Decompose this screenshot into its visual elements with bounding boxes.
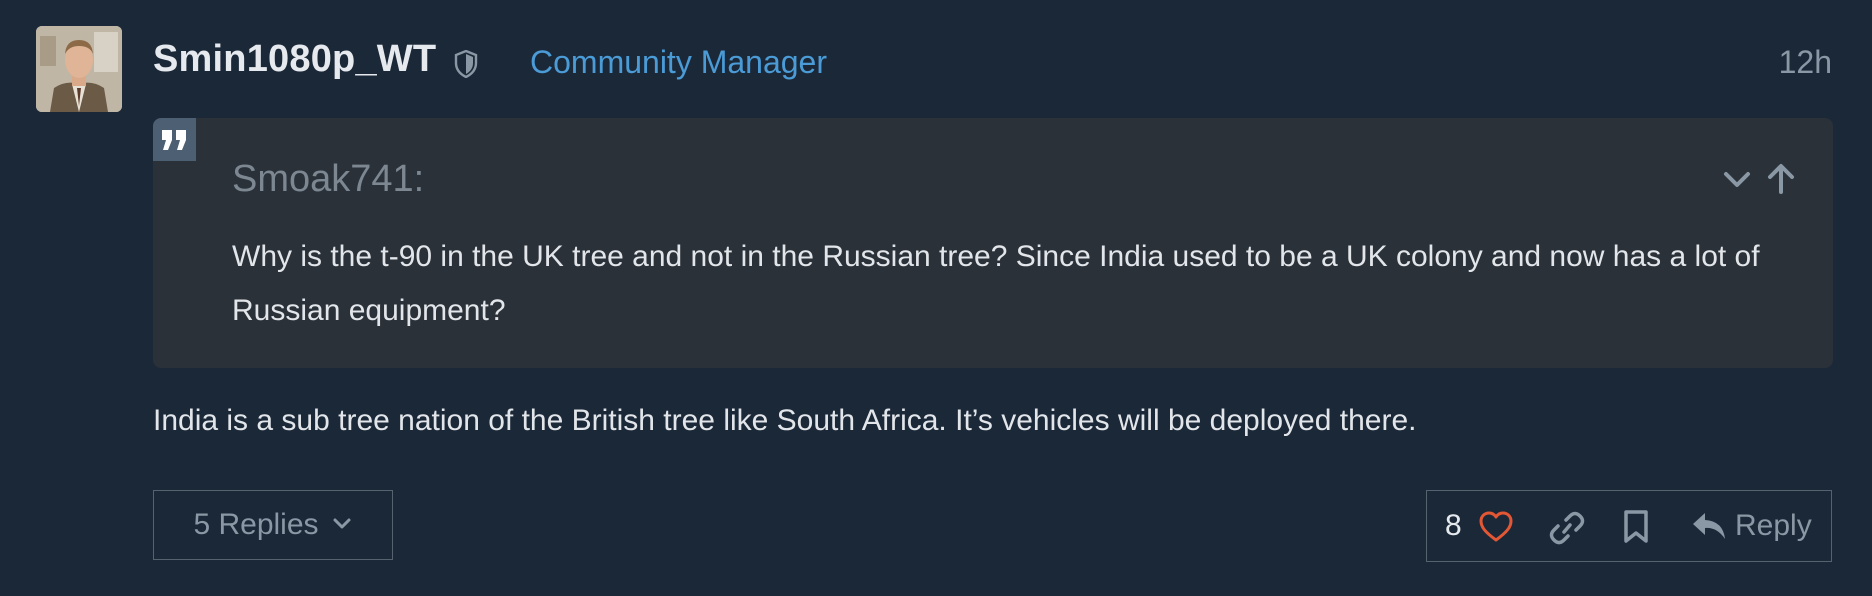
replies-label: 5 Replies <box>193 508 319 541</box>
avatar[interactable] <box>36 26 122 112</box>
bookmark-icon[interactable] <box>1623 510 1649 549</box>
username[interactable]: Smin1080p_WT <box>153 38 436 81</box>
like-count[interactable]: 8 <box>1445 509 1462 543</box>
heart-icon[interactable] <box>1479 511 1513 548</box>
post-body: India is a sub tree nation of the Britis… <box>153 404 1417 437</box>
post-actions: 8 Reply <box>1426 490 1832 562</box>
quote-controls <box>1721 162 1797 196</box>
quote-block: Smoak741: Why is the t-90 in the UK tree… <box>153 118 1833 368</box>
arrow-up-icon[interactable] <box>1765 162 1797 196</box>
chevron-down-icon <box>331 508 353 542</box>
link-icon[interactable] <box>1549 511 1585 550</box>
quote-text: Why is the t-90 in the UK tree and not i… <box>232 240 1760 327</box>
user-title[interactable]: Community Manager <box>530 44 827 81</box>
reply-button[interactable]: Reply <box>1735 509 1812 543</box>
quote-author[interactable]: Smoak741: <box>232 158 424 201</box>
chevron-down-icon[interactable] <box>1721 162 1753 196</box>
replies-button[interactable]: 5 Replies <box>153 490 393 560</box>
shield-icon <box>454 49 478 79</box>
quote-icon <box>153 118 196 161</box>
forum-post: Smin1080p_WT Community Manager 12h Smoak… <box>0 0 1872 596</box>
reply-icon[interactable] <box>1691 511 1727 548</box>
post-date[interactable]: 12h <box>1779 44 1832 81</box>
